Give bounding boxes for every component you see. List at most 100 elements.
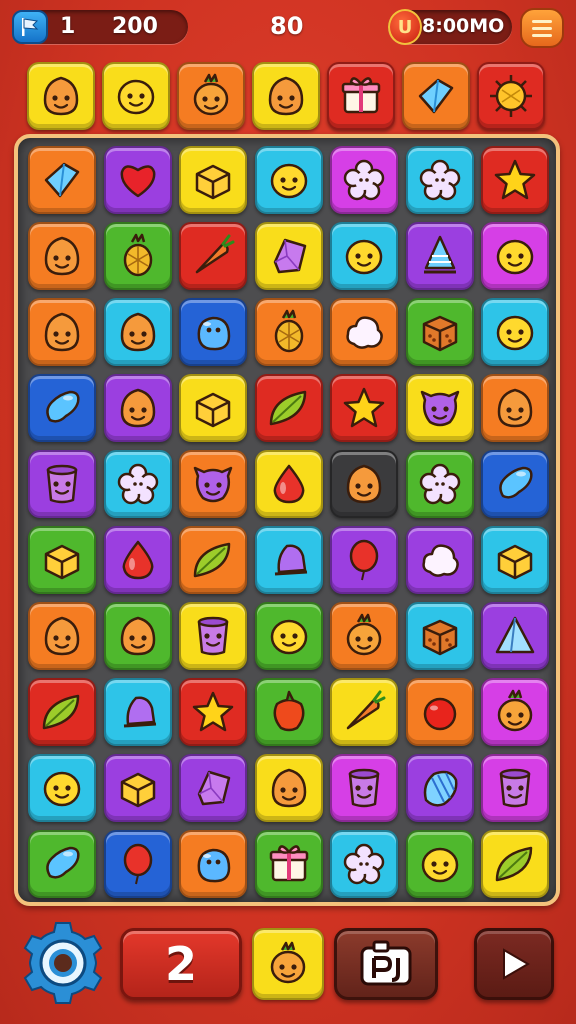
- star-icon[interactable]: [330, 374, 398, 442]
- cube-icon[interactable]: [28, 526, 96, 594]
- smiley-lemon-icon[interactable]: [481, 222, 549, 290]
- smiley-lemon-icon[interactable]: [254, 146, 323, 214]
- bean-icon[interactable]: [481, 450, 549, 518]
- board-row: [28, 678, 550, 750]
- cloud-icon[interactable]: [405, 526, 474, 594]
- blob-icon[interactable]: [179, 830, 247, 898]
- play-icon: [503, 948, 530, 980]
- leaf-icon[interactable]: [179, 526, 247, 594]
- pyramid-icon[interactable]: [481, 602, 549, 670]
- smiley-monster-icon[interactable]: [405, 374, 474, 442]
- gem-icon[interactable]: [179, 754, 247, 822]
- pineapple-icon[interactable]: [103, 222, 172, 290]
- booster-button[interactable]: 2: [120, 928, 242, 1000]
- smiley-lemon-icon[interactable]: [330, 222, 398, 290]
- coin-value: 8:00MO: [422, 15, 505, 37]
- heart-icon[interactable]: [103, 146, 172, 214]
- flower-icon[interactable]: [330, 146, 398, 214]
- drop-icon[interactable]: [103, 526, 172, 594]
- booster-count: 2: [164, 937, 197, 991]
- smiley-fruit-icon[interactable]: [103, 374, 172, 442]
- leaf-icon[interactable]: [481, 830, 549, 898]
- balloon-icon[interactable]: [103, 830, 172, 898]
- smiley-fruit-icon[interactable]: [28, 602, 96, 670]
- menu-button[interactable]: [520, 8, 564, 48]
- moves-counter: 80: [270, 12, 304, 40]
- smiley-fruit-icon: [252, 62, 320, 130]
- smiley-pineapple-icon: [177, 62, 245, 130]
- cube-icon[interactable]: [179, 146, 247, 214]
- smiley-lemon-icon[interactable]: [254, 602, 323, 670]
- smiley-pineapple-icon[interactable]: [252, 928, 324, 1000]
- smiley-lemon-icon[interactable]: [28, 754, 96, 822]
- leaf-icon[interactable]: [28, 678, 96, 746]
- leaf-icon[interactable]: [254, 374, 323, 442]
- flower-icon[interactable]: [405, 450, 474, 518]
- smiley-fruit-icon[interactable]: [481, 374, 549, 442]
- blob-icon[interactable]: [179, 298, 247, 366]
- smiley-cup-icon[interactable]: [28, 450, 96, 518]
- coin-icon: U: [388, 9, 422, 45]
- score-value: 200: [112, 14, 158, 39]
- smiley-lemon-icon[interactable]: [481, 298, 549, 366]
- camera-icon[interactable]: [334, 928, 438, 1000]
- smiley-fruit-icon[interactable]: [28, 298, 96, 366]
- play-button[interactable]: [474, 928, 554, 1000]
- balloon-icon[interactable]: [330, 526, 398, 594]
- smiley-fruit-icon[interactable]: [330, 450, 398, 518]
- gift-box-icon: [327, 62, 395, 130]
- ice-block-icon: [402, 62, 470, 130]
- cube-icon[interactable]: [103, 754, 172, 822]
- sun-fruit-icon: [477, 62, 545, 130]
- gift-box-icon[interactable]: [254, 830, 323, 898]
- shell-icon[interactable]: [405, 754, 474, 822]
- smiley-lemon-icon: [102, 62, 170, 130]
- board-row: [28, 526, 550, 598]
- level-number: 1: [60, 14, 76, 39]
- flower-icon[interactable]: [330, 830, 398, 898]
- pepper-icon[interactable]: [254, 678, 323, 746]
- flag-icon[interactable]: [12, 10, 48, 44]
- board-row: [28, 450, 550, 522]
- flower-icon[interactable]: [405, 146, 474, 214]
- sail-icon[interactable]: [405, 222, 474, 290]
- star-icon[interactable]: [481, 146, 549, 214]
- tomato-icon[interactable]: [405, 678, 474, 746]
- board-row: [28, 830, 550, 902]
- bell-icon[interactable]: [103, 678, 172, 746]
- board-row: [28, 298, 550, 370]
- cube-icon[interactable]: [179, 374, 247, 442]
- smiley-cup-icon[interactable]: [330, 754, 398, 822]
- gem-icon[interactable]: [254, 222, 323, 290]
- crate-icon[interactable]: [405, 298, 474, 366]
- bean-icon[interactable]: [28, 830, 96, 898]
- board-row: [28, 754, 550, 826]
- game-board: [14, 134, 560, 906]
- crate-icon[interactable]: [405, 602, 474, 670]
- smiley-cup-icon[interactable]: [481, 754, 549, 822]
- cube-icon[interactable]: [481, 526, 549, 594]
- smiley-pineapple-icon[interactable]: [481, 678, 549, 746]
- carrot-icon[interactable]: [330, 678, 398, 746]
- flower-icon[interactable]: [103, 450, 172, 518]
- smiley-fruit-icon[interactable]: [254, 754, 323, 822]
- goal-targets-row: [27, 60, 549, 132]
- star-icon[interactable]: [179, 678, 247, 746]
- smiley-fruit-icon[interactable]: [103, 298, 172, 366]
- smiley-fruit-icon[interactable]: [103, 602, 172, 670]
- smiley-monster-icon[interactable]: [179, 450, 247, 518]
- smiley-pineapple-icon[interactable]: [330, 602, 398, 670]
- drop-icon[interactable]: [254, 450, 323, 518]
- pineapple-icon[interactable]: [254, 298, 323, 366]
- board-row: [28, 602, 550, 674]
- gear-icon[interactable]: [20, 920, 106, 1006]
- smiley-cup-icon[interactable]: [179, 602, 247, 670]
- bell-icon[interactable]: [254, 526, 323, 594]
- ice-block-icon[interactable]: [28, 146, 96, 214]
- smiley-fruit-icon[interactable]: [28, 222, 96, 290]
- bean-icon[interactable]: [28, 374, 96, 442]
- smiley-lemon-icon[interactable]: [405, 830, 474, 898]
- cloud-icon[interactable]: [330, 298, 398, 366]
- carrot-icon[interactable]: [179, 222, 247, 290]
- board-row: [28, 222, 550, 294]
